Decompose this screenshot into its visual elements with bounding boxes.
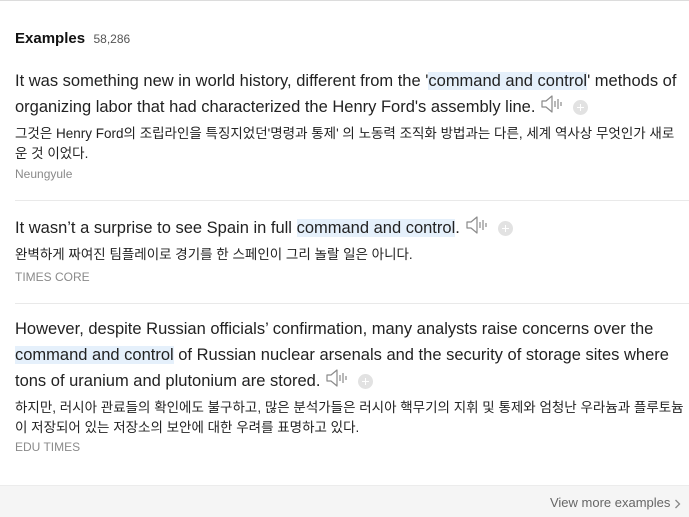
example-source: EDU TIMES (15, 439, 81, 454)
top-divider (0, 0, 689, 1)
view-more-label: View more examples (549, 495, 671, 510)
add-icon[interactable] (573, 100, 589, 116)
chevron-right-icon (675, 499, 681, 509)
speaker-icon[interactable] (541, 95, 565, 121)
example-source: Neungyule (15, 166, 73, 181)
example-item-1: It was something new in world history, d… (15, 68, 685, 181)
view-more-link[interactable]: View more examples (550, 495, 681, 510)
keyword-highlight: command and control (15, 346, 174, 364)
example-english: However, despite Russian officials’ conf… (15, 316, 689, 395)
example-text: However, despite Russian officials’ conf… (15, 320, 654, 338)
example-item-3: However, despite Russian officials’ conf… (15, 316, 689, 454)
footer-bar: View more examples (0, 485, 689, 517)
divider (15, 200, 689, 201)
example-english: It wasn’t a surprise to see Spain in ful… (15, 215, 685, 242)
divider (15, 303, 689, 304)
example-source: TIMES CORE (15, 269, 90, 284)
examples-count: 58,286 (93, 32, 131, 46)
keyword-highlight: command and control (428, 72, 588, 90)
example-text: . (455, 219, 460, 237)
example-text: It wasn’t a surprise to see Spain in ful… (15, 219, 297, 237)
example-korean: 완벽하게 짜여진 팀플레이로 경기를 한 스페인이 그리 놀랄 일은 아니다. (15, 246, 413, 262)
examples-header: Examples 58,286 (15, 30, 130, 48)
speaker-icon[interactable] (466, 216, 490, 242)
add-icon[interactable] (358, 374, 374, 390)
add-icon[interactable] (497, 221, 513, 237)
example-korean: 하지만, 러시아 관료들의 확인에도 불구하고, 많은 분석가들은 러시아 핵무… (15, 399, 684, 435)
speaker-icon[interactable] (326, 369, 350, 395)
example-text: It was something new in world history, d… (15, 72, 429, 90)
example-item-2: It wasn’t a surprise to see Spain in ful… (15, 215, 685, 284)
keyword-highlight: command and control (296, 219, 456, 237)
example-korean: 그것은 Henry Ford의 조립라인을 특징지었던'명령과 통제' 의 노동… (15, 125, 675, 161)
example-english: It was something new in world history, d… (15, 68, 685, 121)
examples-title: Examples (15, 30, 86, 47)
